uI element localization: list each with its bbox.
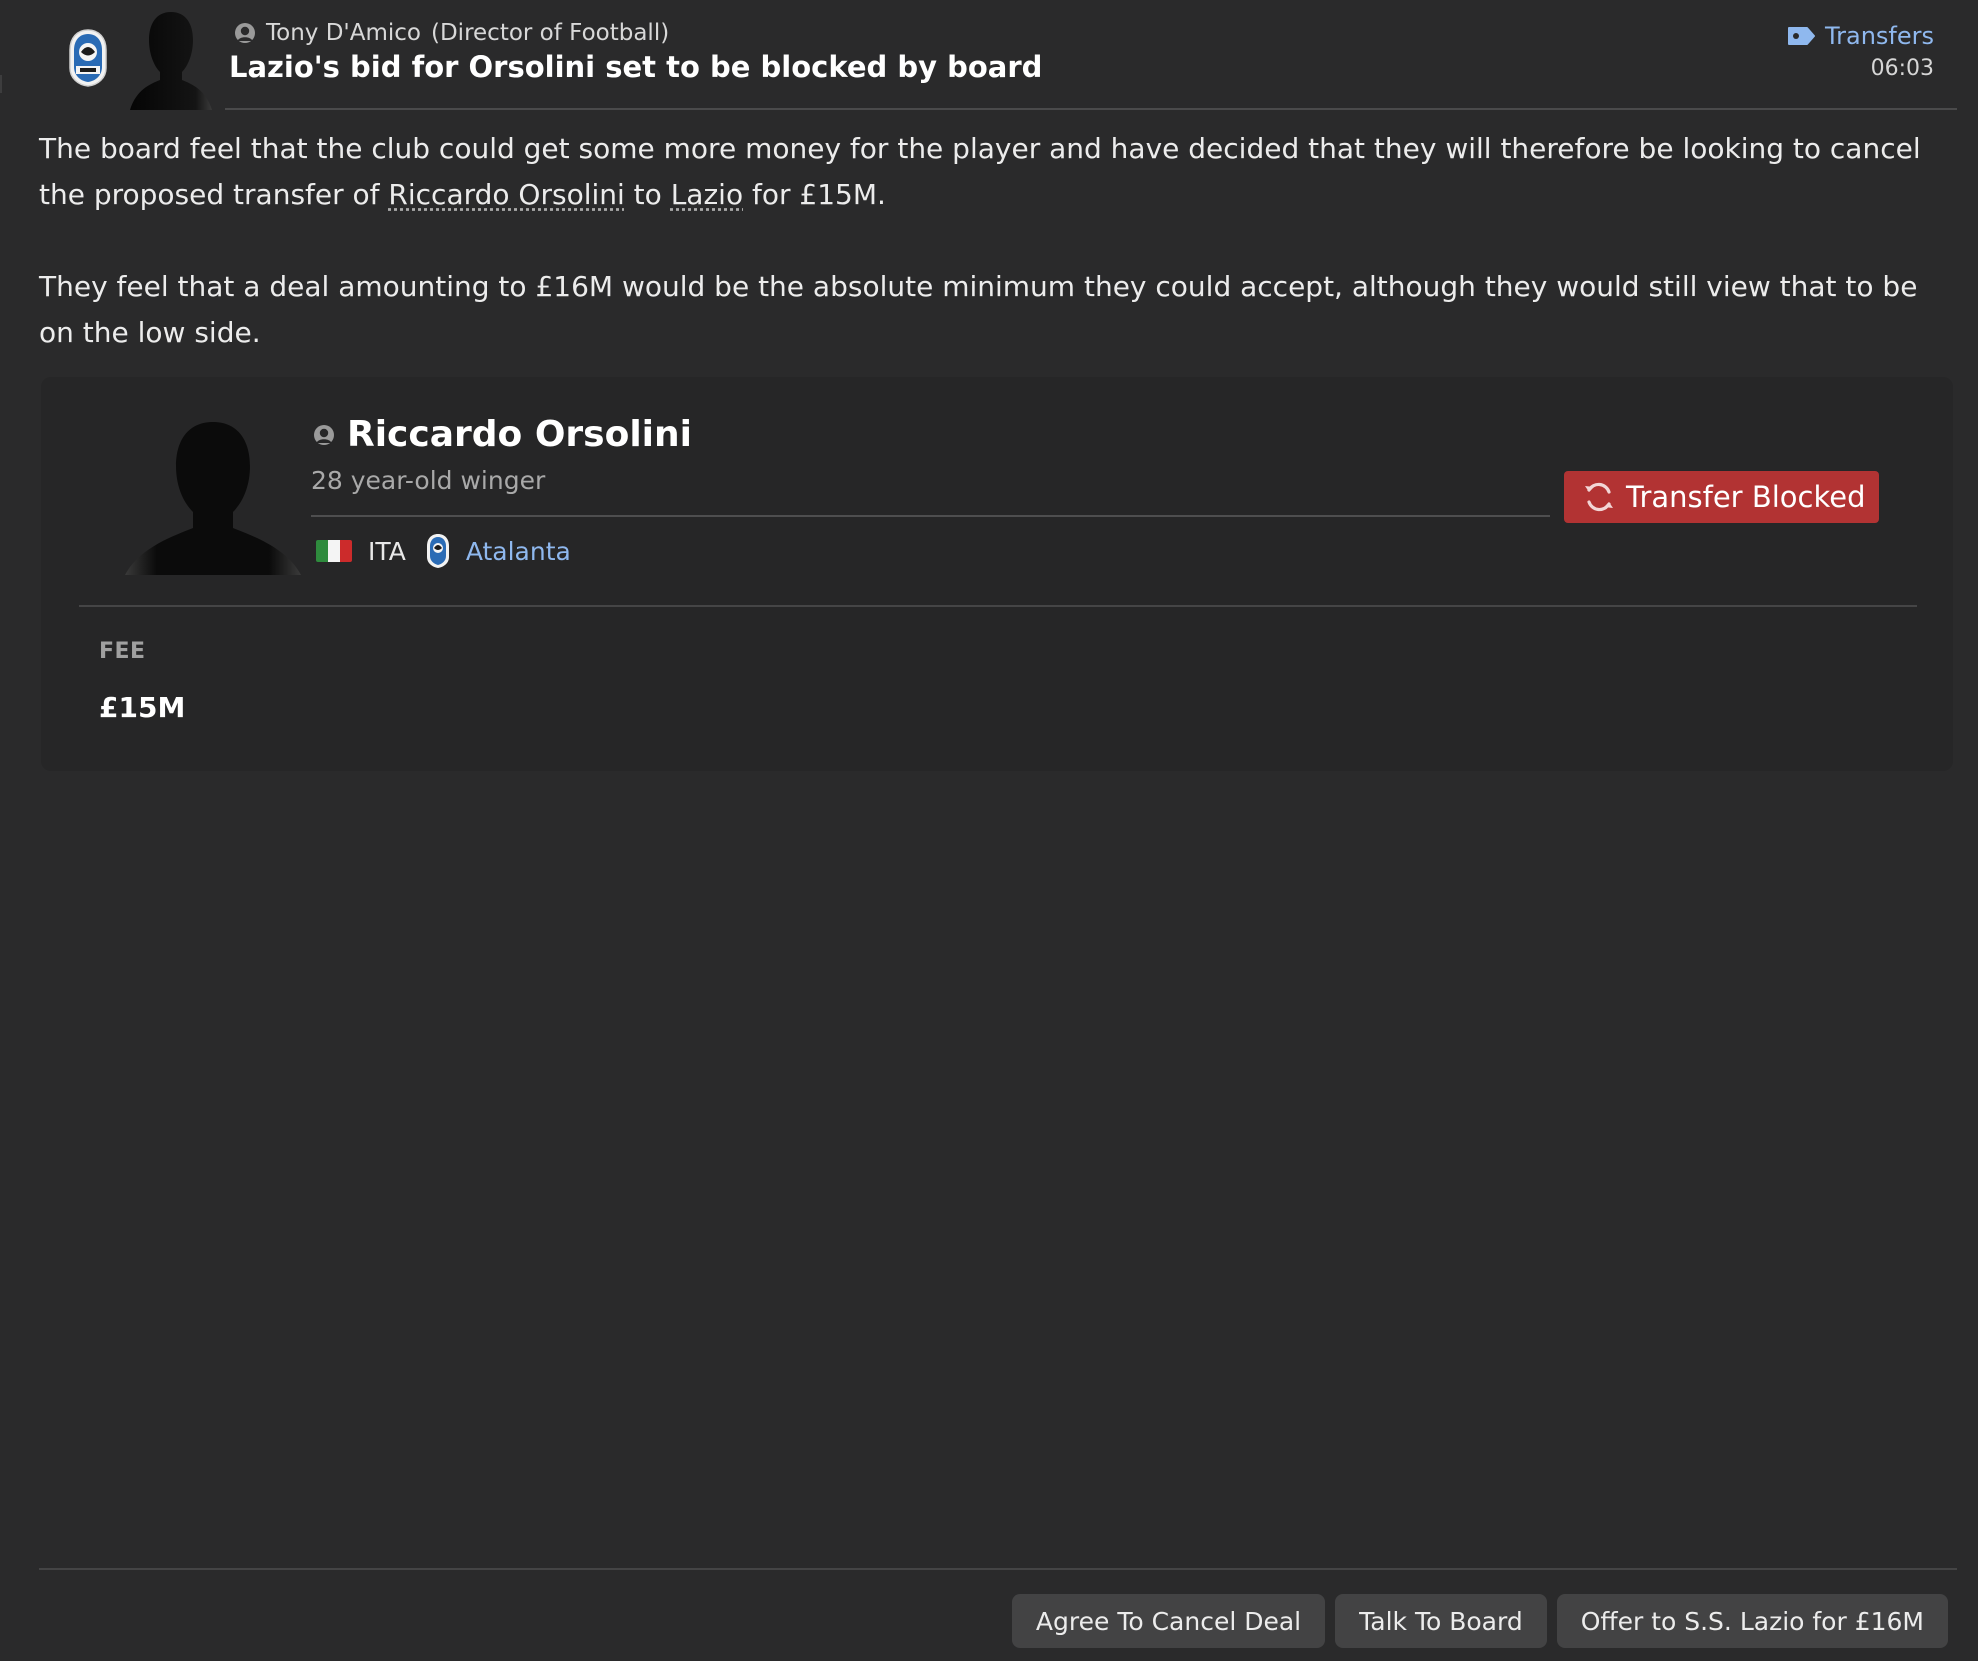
paragraph-text: The board feel that the club could get s… <box>39 132 1921 211</box>
card-divider <box>79 605 1917 607</box>
header-divider <box>225 108 1957 110</box>
club-crest-icon <box>426 534 449 568</box>
transfer-status-badge: Transfer Blocked <box>1564 471 1880 523</box>
player-link[interactable]: Riccardo Orsolini <box>388 178 624 211</box>
sender-role: (Director of Football) <box>431 20 670 46</box>
player-nation-club: ITA Atalanta <box>316 533 571 569</box>
news-item-view: Tony D'Amico (Director of Football) Lazi… <box>0 0 1978 1661</box>
footer-divider <box>39 1568 1957 1570</box>
message-paragraph-2: They feel that a deal amounting to £16M … <box>39 270 1918 349</box>
nation-code[interactable]: ITA <box>368 537 406 566</box>
club-crest-icon <box>69 29 107 87</box>
player-info-divider <box>311 515 1550 517</box>
player-name[interactable]: Riccardo Orsolini <box>347 414 692 455</box>
category-link[interactable]: Transfers <box>1787 22 1934 50</box>
category-label: Transfers <box>1824 22 1934 50</box>
offer-to-lazio-button[interactable]: Offer to S.S. Lazio for £16M <box>1556 1594 1948 1648</box>
fee-value: £15M <box>99 691 186 724</box>
club-link[interactable]: Lazio <box>671 178 743 211</box>
player-card: Riccardo Orsolini 28 year-old winger ITA… <box>41 377 1953 771</box>
paragraph-text: to <box>624 178 671 211</box>
agree-to-cancel-deal-button[interactable]: Agree To Cancel Deal <box>1011 1594 1326 1648</box>
message-headline: Lazio's bid for Orsolini set to be block… <box>229 50 1043 84</box>
italy-flag-icon <box>316 540 352 562</box>
sender-line: Tony D'Amico (Director of Football) <box>234 20 669 46</box>
person-icon <box>314 424 334 445</box>
message-body: The board feel that the club could get s… <box>39 126 1939 402</box>
message-paragraph-1: The board feel that the club could get s… <box>39 126 1939 218</box>
sender-portrait-icon <box>130 12 212 110</box>
player-portrait-icon <box>125 422 301 575</box>
person-icon <box>235 23 255 43</box>
player-club-link[interactable]: Atalanta <box>466 537 571 566</box>
fee-label: FEE <box>99 639 146 664</box>
tag-icon <box>1787 27 1815 45</box>
player-description: 28 year-old winger <box>311 466 546 495</box>
refresh-icon <box>1585 482 1613 512</box>
message-time: 06:03 <box>1870 56 1934 81</box>
transfer-status-label: Transfer Blocked <box>1626 480 1866 514</box>
player-name-row: Riccardo Orsolini <box>313 414 692 455</box>
paragraph-text: for £15M. <box>743 178 886 211</box>
talk-to-board-button[interactable]: Talk To Board <box>1335 1594 1547 1648</box>
footer-actions: Agree To Cancel Deal Talk To Board Offer… <box>1011 1594 1948 1648</box>
sender-name[interactable]: Tony D'Amico <box>266 20 421 46</box>
message-header: Tony D'Amico (Director of Football) Lazi… <box>0 0 1978 110</box>
